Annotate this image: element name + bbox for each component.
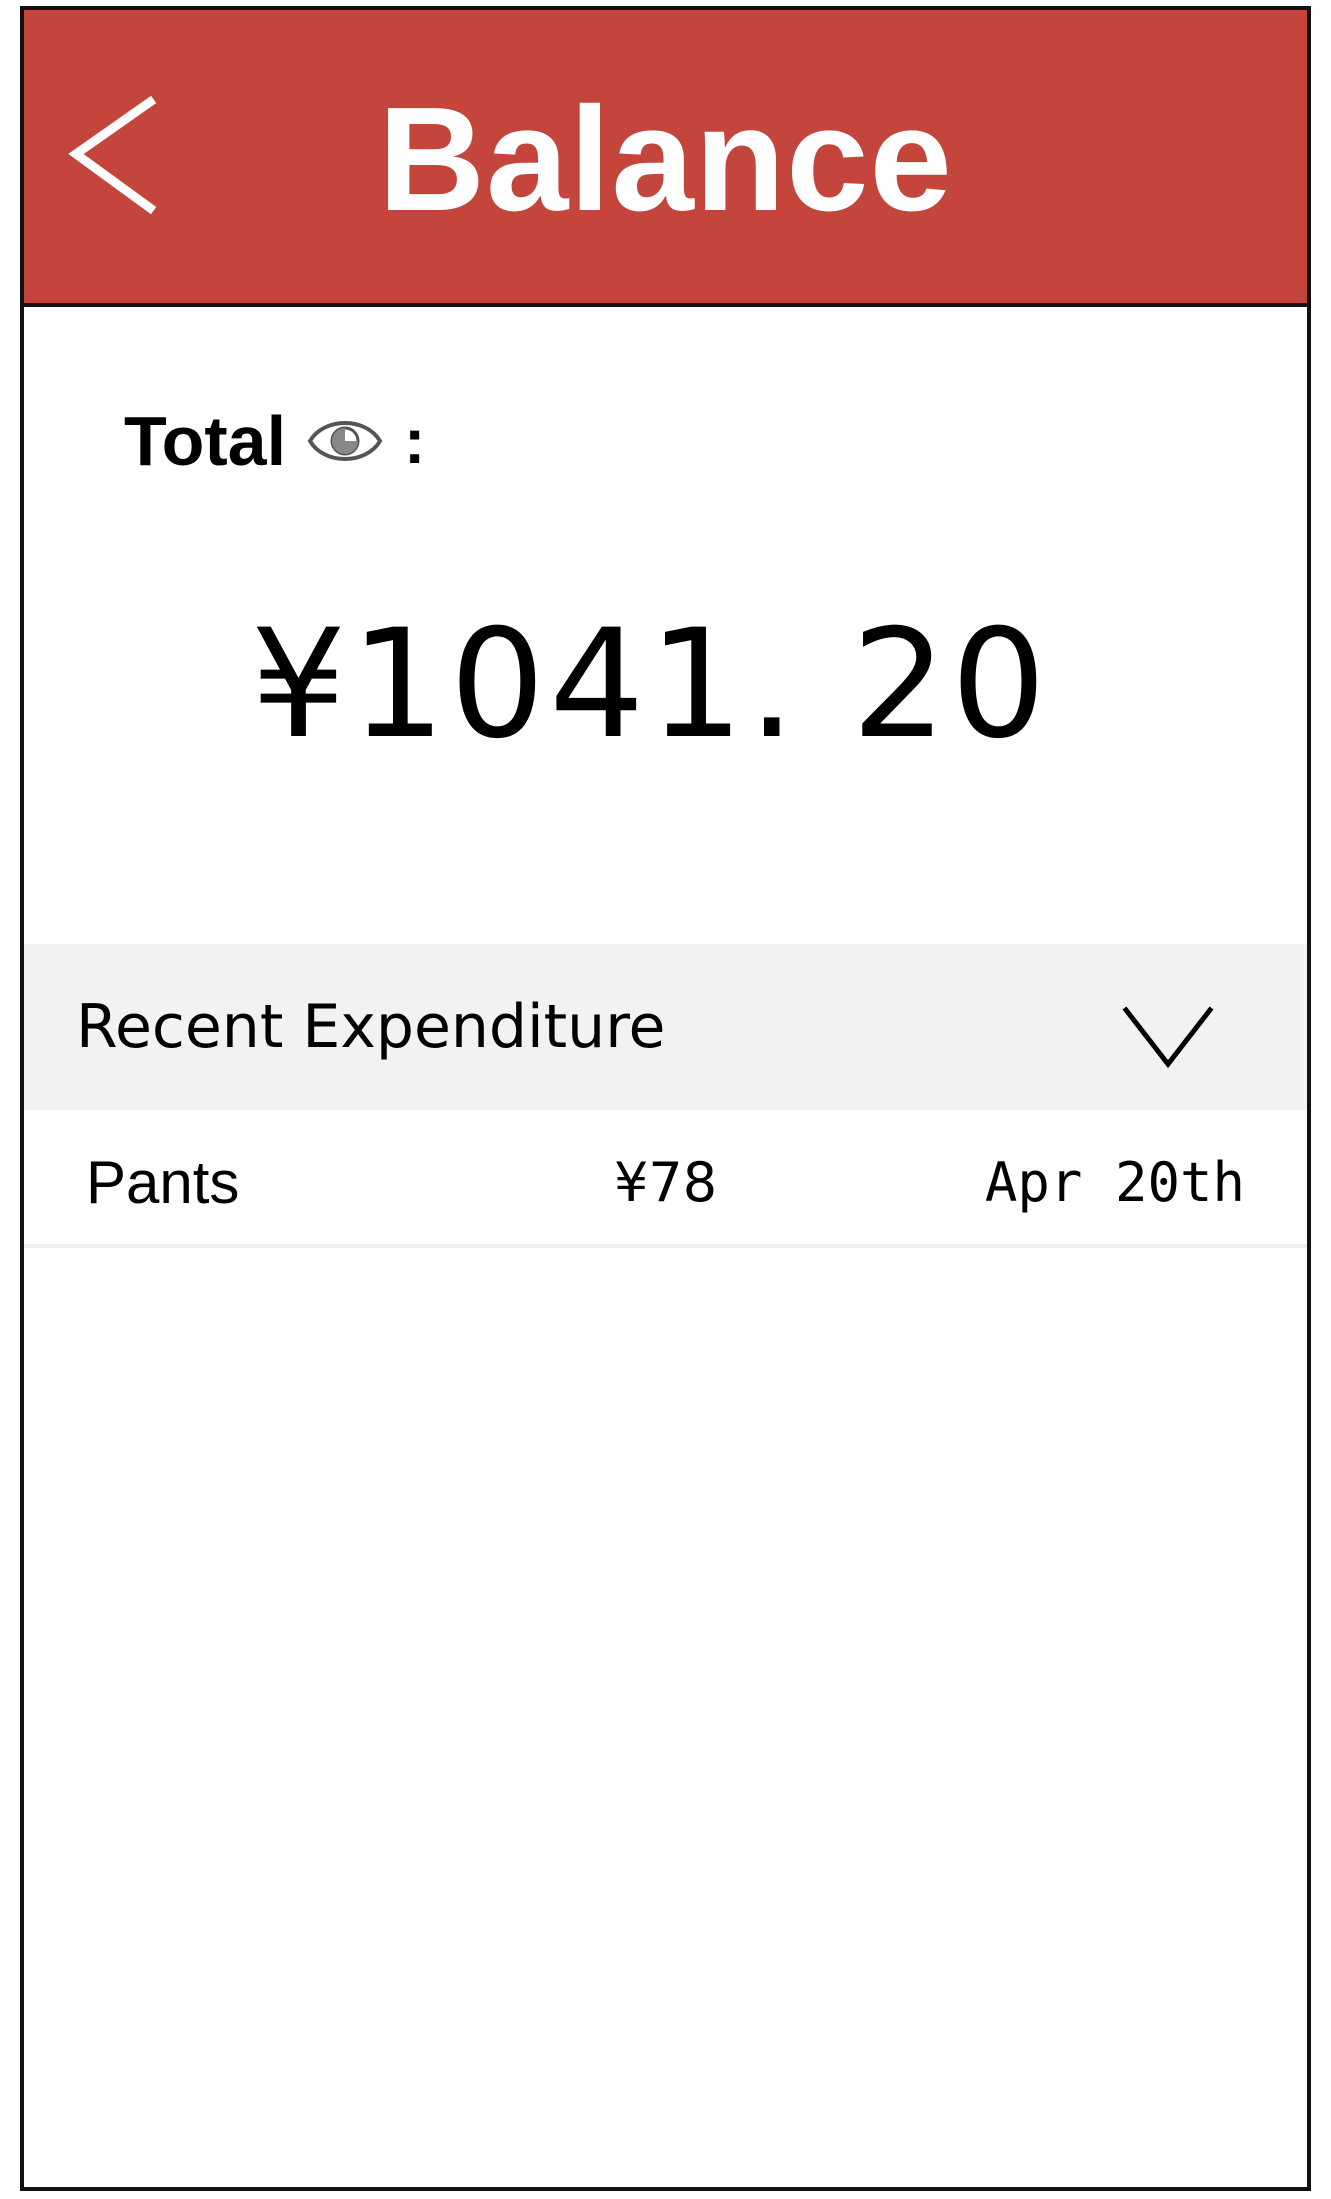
recent-expenditure-title: Recent Expenditure <box>76 992 666 1062</box>
page-title: Balance <box>378 77 953 242</box>
expenditure-date: Apr 20th <box>984 1151 1245 1214</box>
expenditure-amount: ¥78 <box>614 1151 718 1214</box>
expenditure-name: Pants <box>86 1149 240 1216</box>
total-colon: : <box>404 405 426 477</box>
recent-expenditure-header[interactable]: Recent Expenditure <box>24 944 1307 1110</box>
chevron-down-icon[interactable] <box>1120 1004 1216 1070</box>
expenditure-row[interactable]: Pants ¥78 Apr 20th <box>24 1110 1307 1248</box>
balance-amount: ¥1041. 20 <box>250 598 1051 772</box>
app-header: Balance <box>24 10 1307 307</box>
phone-frame: Balance Total : ¥1041. 20 Recent Expendi… <box>20 6 1311 2191</box>
total-row: Total : <box>124 396 425 486</box>
visibility-toggle[interactable] <box>306 411 384 471</box>
total-label: Total <box>124 402 287 480</box>
eye-icon <box>307 421 383 461</box>
